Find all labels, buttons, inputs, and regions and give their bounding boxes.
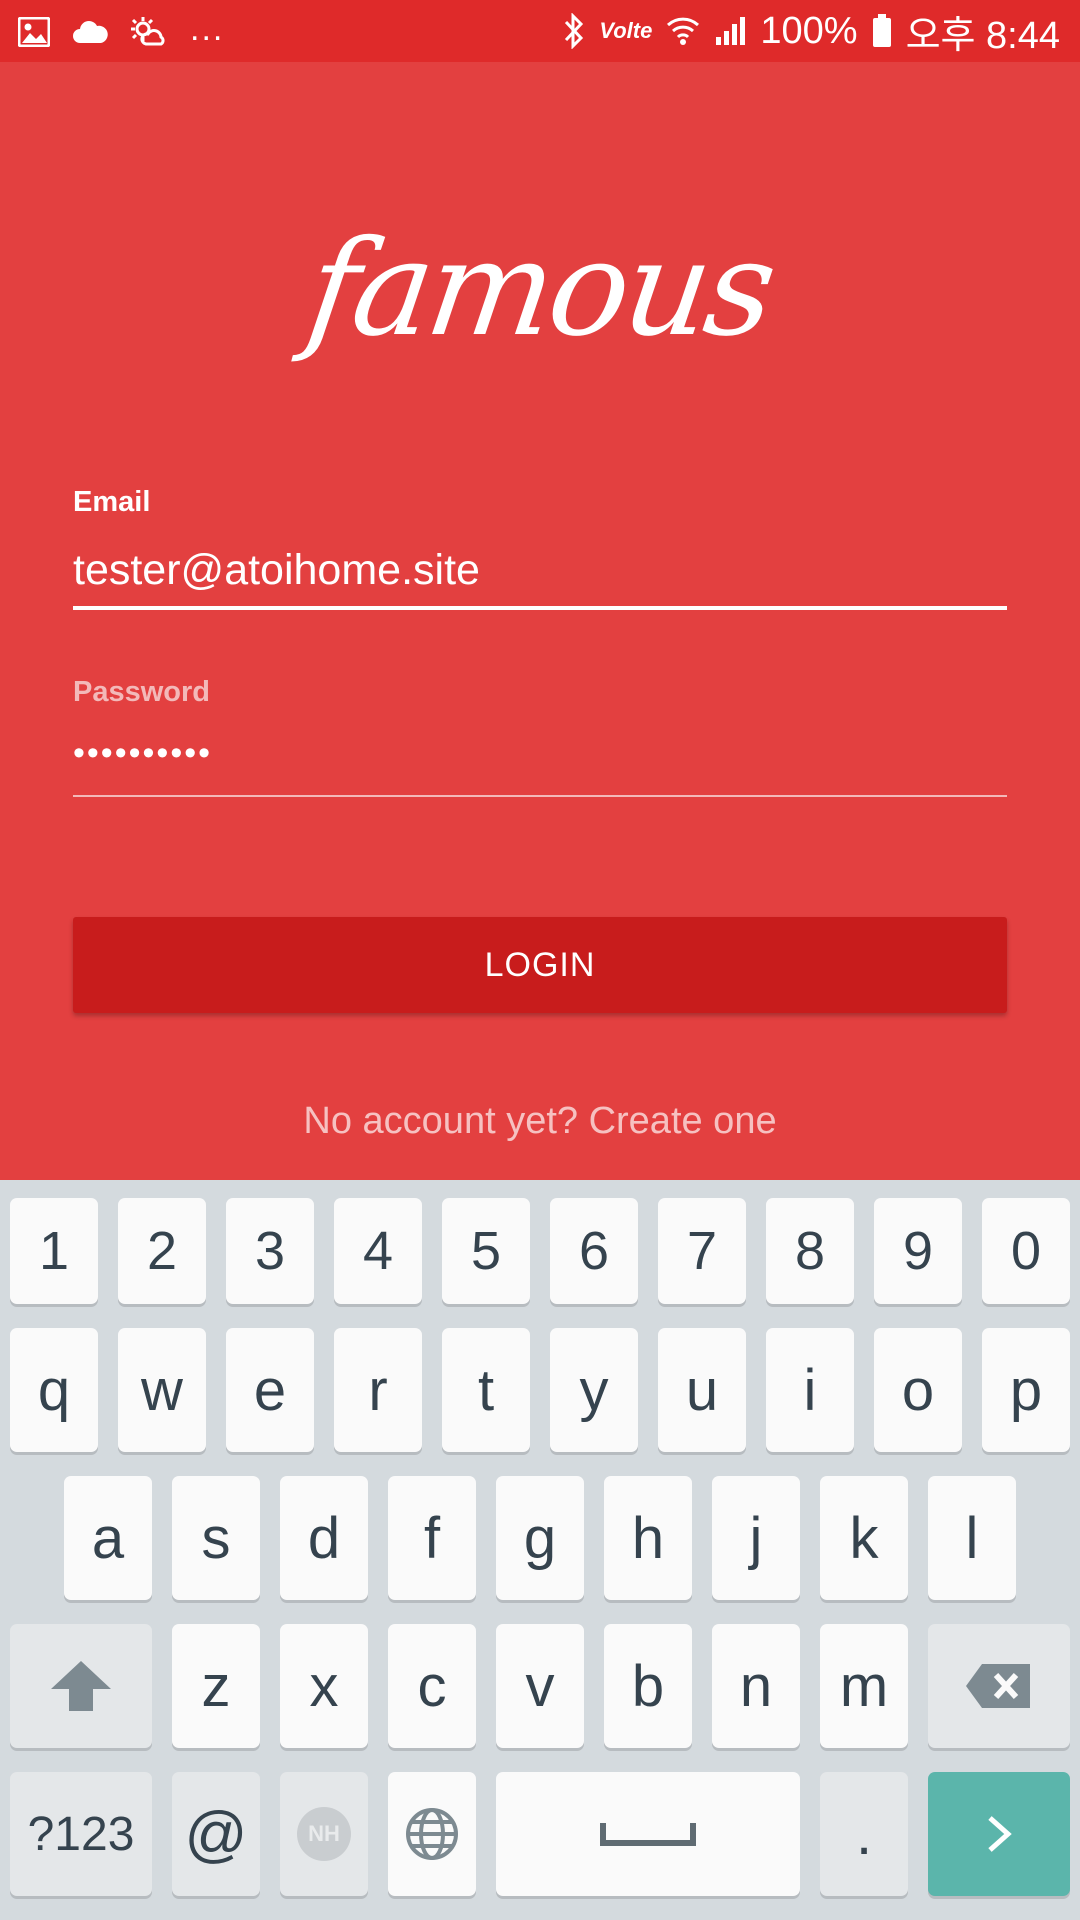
key-w[interactable]: w (118, 1328, 206, 1452)
cloud-icon (73, 21, 108, 43)
nh-key[interactable]: NH (280, 1772, 368, 1896)
key-l[interactable]: l (928, 1476, 1016, 1600)
key-v[interactable]: v (496, 1624, 584, 1748)
volte-indicator: Volte (599, 18, 653, 43)
key-j[interactable]: j (712, 1476, 800, 1600)
system-indicators: Volte 100% 오후 8:44 (563, 6, 1060, 57)
key-x[interactable]: x (280, 1624, 368, 1748)
login-screen: famous Email tester@atoihome.site Passwo… (0, 62, 1080, 1180)
battery-icon (872, 14, 891, 47)
key-a[interactable]: a (64, 1476, 152, 1600)
key-0[interactable]: 0 (982, 1198, 1070, 1304)
key-i[interactable]: i (766, 1328, 854, 1452)
symbols-key[interactable]: ?123 (10, 1772, 152, 1896)
key-2[interactable]: 2 (118, 1198, 206, 1304)
shift-key[interactable] (10, 1624, 152, 1748)
key-7[interactable]: 7 (658, 1198, 746, 1304)
shift-icon (51, 1661, 111, 1711)
notification-overflow: ... (190, 9, 225, 48)
battery-percent: 100% (760, 9, 858, 52)
key-6[interactable]: 6 (550, 1198, 638, 1304)
key-u[interactable]: u (658, 1328, 746, 1452)
email-field[interactable]: tester@atoihome.site (73, 546, 480, 595)
key-c[interactable]: c (388, 1624, 476, 1748)
key-8[interactable]: 8 (766, 1198, 854, 1304)
notification-icons: ... (18, 10, 224, 54)
login-button[interactable]: LOGIN (73, 917, 1007, 1013)
key-m[interactable]: m (820, 1624, 908, 1748)
soft-keyboard: 1 2 3 4 5 6 7 8 9 0 q w e r t y u i o p … (0, 1180, 1080, 1920)
email-underline (73, 606, 1007, 610)
space-bar[interactable] (496, 1772, 800, 1896)
key-k[interactable]: k (820, 1476, 908, 1600)
key-1[interactable]: 1 (10, 1198, 98, 1304)
create-account-link[interactable]: No account yet? Create one (0, 1100, 1080, 1143)
signal-icon (716, 17, 746, 45)
key-n[interactable]: n (712, 1624, 800, 1748)
image-icon (18, 17, 50, 47)
wifi-icon (667, 17, 700, 45)
key-z[interactable]: z (172, 1624, 260, 1748)
backspace-key[interactable] (928, 1624, 1070, 1748)
password-label: Password (73, 676, 210, 708)
language-key[interactable] (388, 1772, 476, 1896)
famous-logo: famous (298, 212, 782, 366)
key-o[interactable]: o (874, 1328, 962, 1452)
key-d[interactable]: d (280, 1476, 368, 1600)
bluetooth-icon (565, 13, 584, 49)
key-e[interactable]: e (226, 1328, 314, 1452)
key-r[interactable]: r (334, 1328, 422, 1452)
key-g[interactable]: g (496, 1476, 584, 1600)
at-key[interactable]: @ (172, 1772, 260, 1896)
key-s[interactable]: s (172, 1476, 260, 1600)
nh-badge: NH (297, 1807, 351, 1861)
key-9[interactable]: 9 (874, 1198, 962, 1304)
key-5[interactable]: 5 (442, 1198, 530, 1304)
key-4[interactable]: 4 (334, 1198, 422, 1304)
period-key[interactable]: . (820, 1772, 908, 1896)
key-y[interactable]: y (550, 1328, 638, 1452)
space-icon (600, 1823, 696, 1846)
password-underline (73, 795, 1007, 797)
key-t[interactable]: t (442, 1328, 530, 1452)
status-bar: ... Volte 100% 오후 8:44 (0, 0, 1080, 62)
globe-icon (406, 1808, 458, 1860)
key-b[interactable]: b (604, 1624, 692, 1748)
backspace-icon (966, 1664, 1030, 1708)
clock: 오후 8:44 (905, 14, 1060, 57)
key-p[interactable]: p (982, 1328, 1070, 1452)
weather-icon (131, 17, 165, 46)
key-f[interactable]: f (388, 1476, 476, 1600)
next-arrow-icon (988, 1816, 1012, 1852)
email-label: Email (73, 486, 151, 518)
next-key[interactable] (928, 1772, 1070, 1896)
key-h[interactable]: h (604, 1476, 692, 1600)
key-3[interactable]: 3 (226, 1198, 314, 1304)
password-field[interactable]: •••••••••• (73, 734, 212, 773)
nh-label: NH (308, 1821, 340, 1846)
key-q[interactable]: q (10, 1328, 98, 1452)
